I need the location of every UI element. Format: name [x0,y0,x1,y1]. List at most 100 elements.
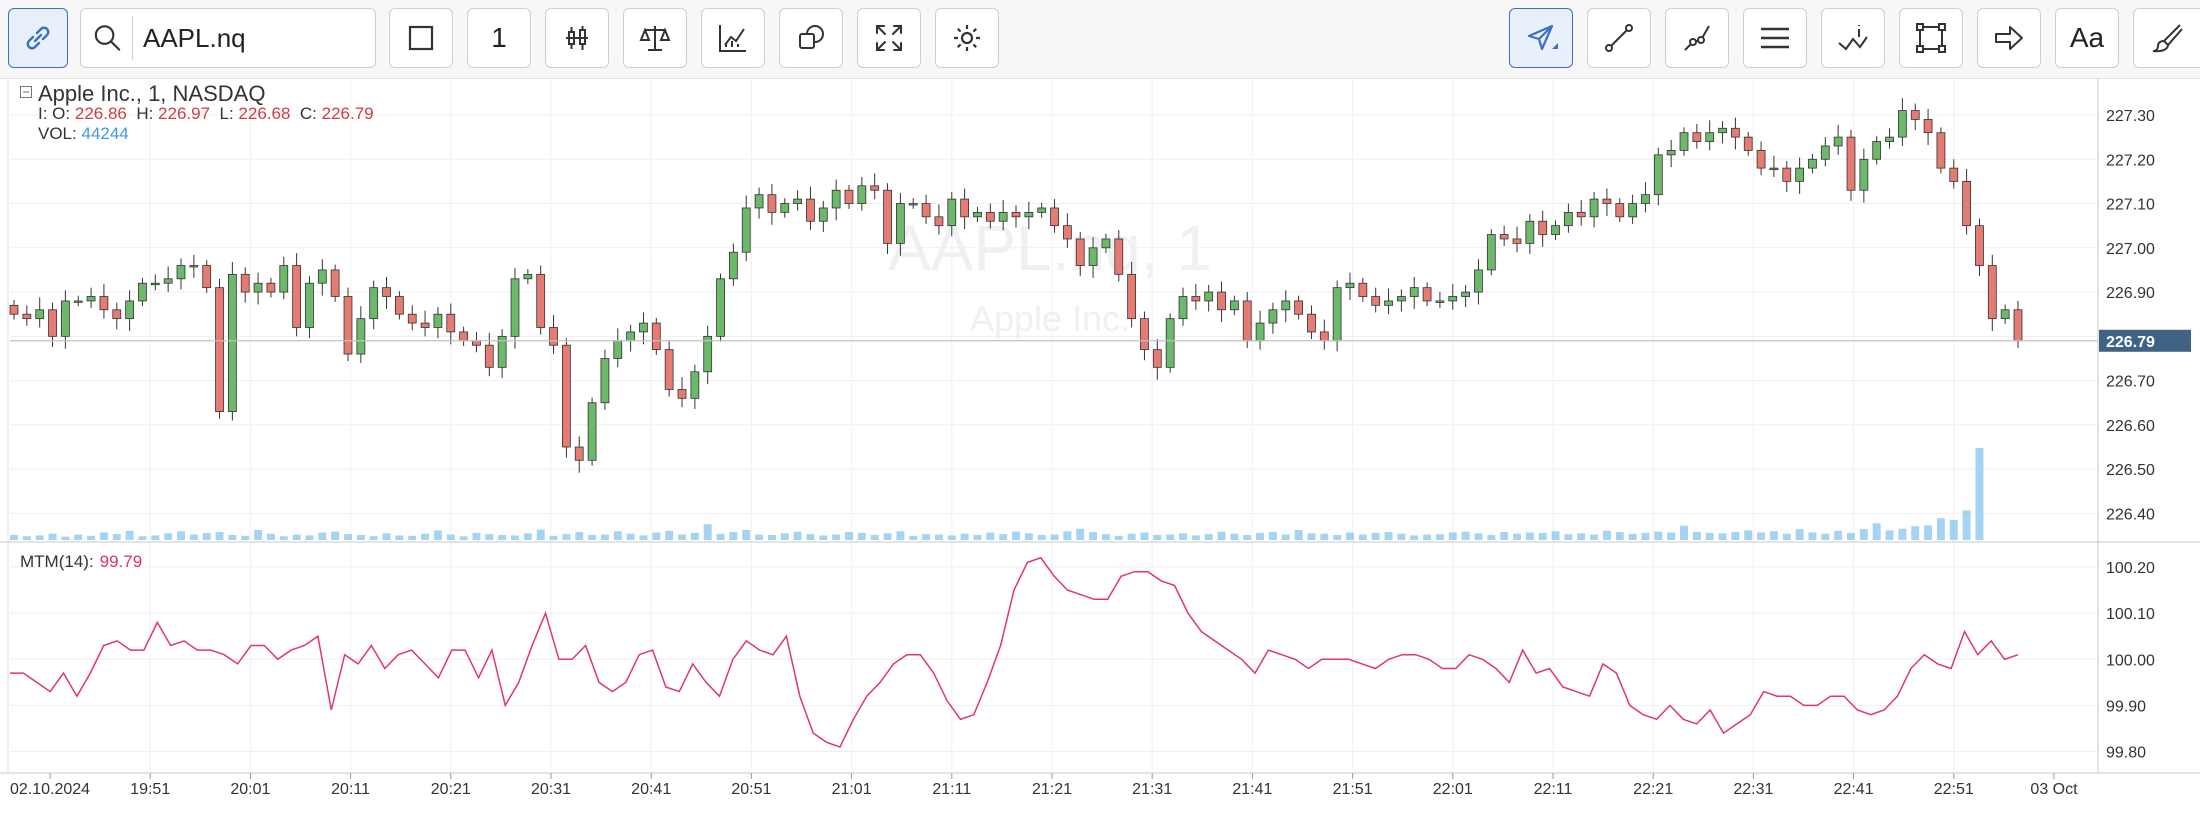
link-button[interactable] [8,8,68,68]
candle-body [1872,141,1882,160]
rectangle-tool-button[interactable] [1899,8,1963,68]
trend-line-button[interactable] [1587,8,1651,68]
volume-bar [1101,534,1110,540]
symbol-input[interactable] [141,21,375,55]
candle-body [1936,132,1946,169]
volume-bar [549,535,558,540]
time-tick-label: 21:01 [832,781,872,798]
candle-body [1615,203,1625,218]
chart-type-button[interactable] [389,8,453,68]
candle-body [1011,211,1021,218]
candle [908,198,918,209]
interval-button[interactable]: 1 [467,8,531,68]
candle-body [1191,296,1201,302]
volume-bar [331,531,340,540]
text-icon: Aa [2069,22,2105,53]
volume-bar [189,534,198,540]
candle-body [664,349,674,390]
candle [343,287,353,362]
candle [202,260,212,293]
candle [1756,141,1766,176]
volume-bar [1281,534,1290,540]
volume-bar [1898,528,1907,540]
volume-bar [1320,533,1329,540]
candle [651,317,661,355]
text-tool-button[interactable]: Aa [2055,8,2119,68]
candle-body [1756,150,1766,169]
candle [1653,147,1663,206]
price-tick-label: 226.60 [2106,418,2155,435]
candle [1152,339,1162,380]
templates-button[interactable] [779,8,843,68]
info-line-button[interactable] [1821,8,1885,68]
candle [883,183,892,255]
candle [1795,157,1804,194]
candle [1307,305,1316,340]
polyline-button[interactable] [1665,8,1729,68]
candle [664,340,674,397]
indicators-button[interactable] [701,8,765,68]
candle-body [1499,234,1509,240]
arrow-tool-button[interactable] [1977,8,2041,68]
chart-canvas[interactable]: AAPL.nq, 1 Apple Inc. 227.30227.20227.10… [0,78,2200,808]
candle-body [831,189,841,209]
candle-body [677,389,687,399]
candle-body [1345,282,1355,289]
time-tick-label: 22:31 [1733,781,1773,798]
candle [1962,169,1971,235]
volume-bar [125,530,134,540]
candle-body [292,265,301,328]
candle-body [99,296,109,311]
candle [716,273,725,342]
fullscreen-button[interactable] [857,8,921,68]
volume-bar [575,532,584,540]
volume-bar [562,534,571,540]
candle-body [1165,318,1175,368]
time-tick-label: 20:21 [431,781,471,798]
compare-button[interactable] [623,8,687,68]
candle-body [1178,296,1188,320]
candle-body [1474,269,1483,293]
volume-bar [382,533,391,540]
volume-bar [1525,532,1534,540]
symbol-search[interactable] [80,8,376,68]
candle [1448,284,1458,310]
candle [677,377,687,408]
volume-bar [729,532,738,540]
candle [780,198,790,218]
volume-bar [433,530,442,540]
candle-body [562,344,571,448]
volume-bar [35,535,44,540]
volume-bar [1089,532,1098,540]
volume-bar [1551,531,1560,540]
lines-tool-button[interactable] [1743,8,1807,68]
settings-button[interactable] [935,8,999,68]
gear-icon [954,25,980,51]
candle [562,338,571,458]
volume-bar [1692,532,1701,540]
candle [1833,124,1843,155]
candle [1435,292,1445,309]
time-tick-label: 20:51 [731,781,771,798]
volume-bar [1397,533,1406,540]
volume-bar [1333,534,1342,540]
mtm-value: 99.79 [99,552,143,571]
brush-tool-button[interactable] [2133,8,2200,68]
candle [1165,313,1175,373]
candle-body [754,194,764,209]
candle [600,349,610,410]
chart-area[interactable]: AAPL.nq, 1 Apple Inc. 227.30 227.20 227.10… [0,78,2200,808]
candlestick-button[interactable] [545,8,609,68]
candle [150,274,160,291]
volume-bar [1140,532,1149,540]
cursor-tool-button[interactable] [1509,8,1573,68]
time-tick-label: 19:51 [130,781,170,798]
high-value: 226.97 [158,104,211,123]
time-tick-label: 21:21 [1032,781,1072,798]
candle [189,254,199,278]
volume-bar [1217,531,1226,540]
arrow-icon [1995,26,2023,50]
volume-bar [1744,530,1753,540]
candle [754,187,764,219]
volume-bar [1859,529,1868,540]
